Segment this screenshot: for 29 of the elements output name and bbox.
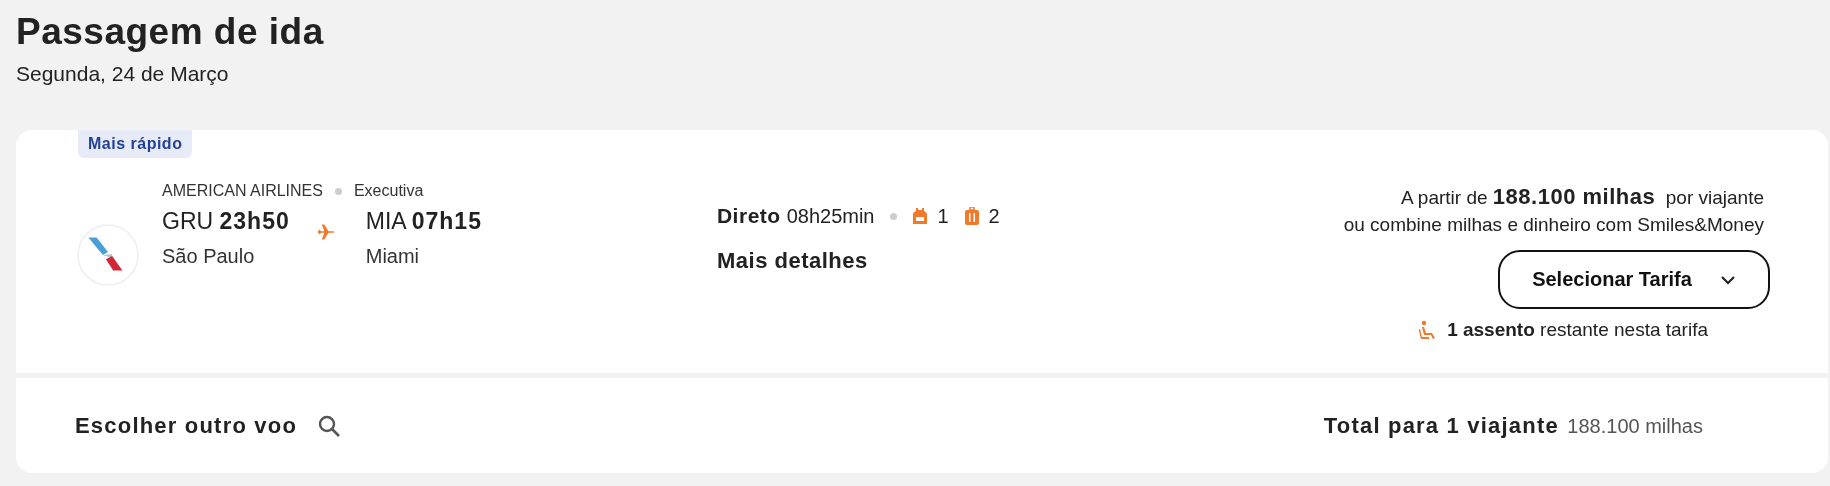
- flight-duration: 08h25min: [786, 204, 875, 228]
- airline-name: AMERICAN AIRLINES: [162, 182, 323, 200]
- suitcase-icon: [964, 207, 979, 225]
- page-title: Passagem de ida: [16, 10, 325, 54]
- backpack-icon: [913, 207, 928, 225]
- arrival-city: Miami: [365, 245, 421, 268]
- stop-type: Direto: [716, 204, 781, 228]
- combine-text: ou combine milhas e dinheiro com Smiles&Money: [1343, 214, 1764, 236]
- select-fare-button[interactable]: Selecionar Tarifa: [1498, 250, 1770, 309]
- more-details-link[interactable]: Mais detalhes: [716, 248, 868, 274]
- price-text: A partir de 188.100 milhas por viajante: [1400, 184, 1764, 210]
- departure-city: São Paulo: [162, 245, 256, 268]
- choose-another-flight: Escolher outro voo: [75, 412, 298, 439]
- search-icon[interactable]: [317, 413, 342, 438]
- arrival-time: MIA 07h15: [365, 208, 482, 235]
- separator-dot: [890, 212, 898, 220]
- airplane-icon: [315, 222, 336, 242]
- chevron-down-icon: [1719, 274, 1736, 285]
- cabin-class: Executiva: [353, 182, 424, 200]
- separator-dot: [334, 187, 342, 195]
- departure-time: GRU 23h50: [162, 208, 290, 235]
- baggage-count: 1: [937, 204, 949, 228]
- baggage-count: 2: [988, 204, 1000, 228]
- total-miles: 188.100 milhas: [1567, 414, 1703, 437]
- seats-remaining: 1 assento restante nesta tarifa: [1447, 319, 1708, 341]
- fastest-badge: Mais rápido: [78, 130, 193, 158]
- airline-logo-icon: [77, 224, 139, 286]
- total-label: Total para 1 viajante: [1323, 412, 1559, 438]
- departure-date: Segunda, 24 de Março: [16, 62, 230, 86]
